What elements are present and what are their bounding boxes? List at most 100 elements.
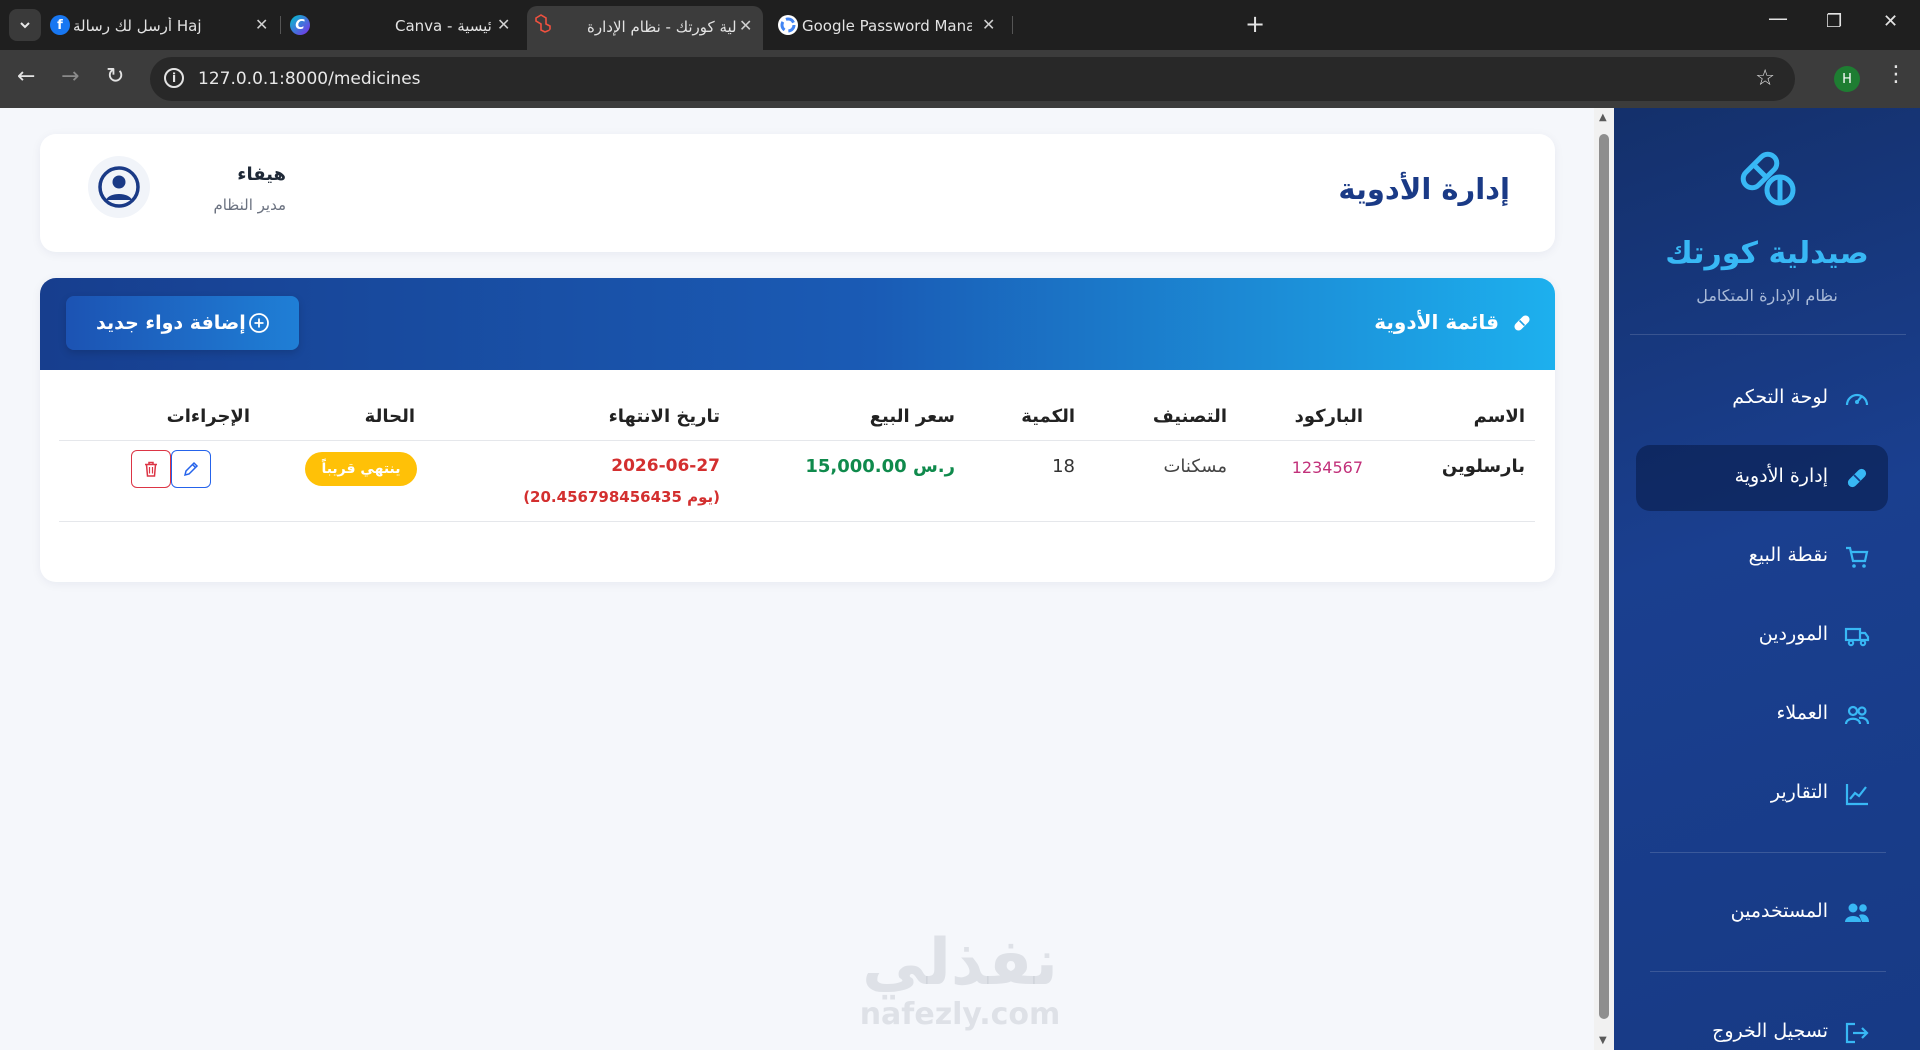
sidebar-item-users[interactable]: المستخدمين [1636, 880, 1888, 946]
minimize-icon[interactable]: — [1768, 6, 1788, 30]
bookmark-star-icon[interactable]: ☆ [1755, 66, 1775, 91]
column-header-expiry: تاريخ الانتهاء [608, 406, 720, 427]
page-viewport: إدارة الأدوية هيفاء مدير النظام قائمة ال… [0, 108, 1920, 1050]
medicine-quantity: 18 [1052, 456, 1075, 477]
browser-menu-icon[interactable]: ⋮ [1885, 62, 1907, 87]
browser-tab-facebook[interactable]: f أرسل لك رسالة Haj ✕ [46, 6, 282, 44]
chevron-down-icon [20, 22, 30, 29]
sidebar-item-label: التقارير [1770, 781, 1828, 803]
cart-icon [1846, 546, 1869, 568]
forward-arrow-icon[interactable]: → [61, 64, 79, 89]
column-header-category: التصنيف [1152, 406, 1227, 427]
facebook-icon: f [50, 15, 70, 35]
sidebar-item-label: الموردين [1758, 623, 1828, 645]
restore-icon[interactable]: ❐ [1826, 11, 1842, 32]
pill-icon [1514, 315, 1530, 331]
medicine-price: 15,000.00 ر.س [805, 456, 955, 477]
medicines-list-card: قائمة الأدوية إضافة دواء جديد الاسم البا… [40, 278, 1555, 582]
tab-title: Canva - الرئيسية [395, 17, 491, 35]
brand-name: صيدلية كورتك [1665, 236, 1869, 271]
dashboard-gauge-icon [1845, 393, 1869, 406]
google-icon [778, 15, 798, 35]
column-header-name: الاسم [1473, 406, 1525, 427]
sidebar-item-label: تسجيل الخروج [1712, 1020, 1828, 1042]
close-icon[interactable]: ✕ [255, 15, 268, 34]
plus-circle-icon [249, 313, 269, 333]
column-header-actions: الإجراءات [166, 406, 250, 427]
browser-tab-bar: f أرسل لك رسالة Haj ✕ C Canva - الرئيسية… [0, 0, 1920, 50]
browser-tab-canva[interactable]: C Canva - الرئيسية ✕ [285, 6, 523, 44]
column-header-barcode: الباركود [1294, 406, 1363, 427]
sidebar-item-dashboard[interactable]: لوحة التحكم [1636, 366, 1888, 432]
page-scrollbar[interactable]: ▲ ▼ [1594, 108, 1614, 1050]
new-tab-plus-icon[interactable]: + [1245, 10, 1265, 38]
page-header: إدارة الأدوية هيفاء مدير النظام [40, 134, 1555, 252]
scrollbar-thumb[interactable] [1599, 134, 1609, 1019]
url-text[interactable]: 127.0.0.1:8000/medicines [198, 69, 421, 89]
tab-separator [280, 16, 281, 34]
chart-line-icon [1845, 784, 1868, 806]
pill-icon [1847, 468, 1867, 488]
sidebar-item-logout[interactable]: تسجيل الخروج [1636, 1000, 1888, 1050]
table-row-divider [59, 521, 1535, 522]
sidebar: صيدلية كورتك نظام الإدارة المتكامل لوحة … [1614, 108, 1920, 1050]
user-name: هيفاء [237, 164, 286, 185]
medicine-category: مسكنات [1163, 456, 1227, 477]
medicine-days-remaining: (20.456798456435 يوم) [523, 488, 720, 506]
pills-logo-icon [1740, 151, 1796, 206]
browser-toolbar: ← → ↻ i 127.0.0.1:8000/medicines ☆ H ⋮ [0, 50, 1920, 108]
canva-icon: C [290, 15, 310, 35]
truck-icon [1844, 627, 1870, 647]
sidebar-item-label: لوحة التحكم [1732, 386, 1828, 408]
watermark: نفذلي nafezly.com [850, 928, 1070, 1032]
sidebar-item-label: العملاء [1776, 702, 1829, 724]
scroll-down-arrow-icon[interactable]: ▼ [1599, 1035, 1607, 1046]
site-info-icon[interactable]: i [164, 68, 184, 88]
medicine-barcode: 1234567 [1291, 458, 1363, 477]
sidebar-item-label: المستخدمين [1730, 900, 1828, 922]
customers-icon [1844, 705, 1870, 725]
browser-tab-password-manager[interactable]: Google Password Manager ✕ [766, 6, 1006, 44]
close-window-icon[interactable]: ✕ [1883, 11, 1898, 32]
list-card-header: قائمة الأدوية إضافة دواء جديد [40, 278, 1555, 370]
back-arrow-icon[interactable]: ← [17, 64, 35, 89]
page-title: إدارة الأدوية [1338, 172, 1510, 206]
column-header-status: الحالة [364, 406, 415, 427]
sidebar-item-reports[interactable]: التقارير [1636, 761, 1888, 827]
sidebar-item-suppliers[interactable]: الموردين [1636, 603, 1888, 669]
sidebar-item-label: إدارة الأدوية [1734, 465, 1828, 487]
tab-search-button[interactable] [9, 9, 41, 41]
sidebar-divider [1650, 852, 1886, 853]
add-medicine-button[interactable]: إضافة دواء جديد [66, 296, 299, 350]
sidebar-item-customers[interactable]: العملاء [1636, 682, 1888, 748]
user-role: مدير النظام [213, 196, 286, 214]
medicine-expiry-date: 2026-06-27 [611, 456, 720, 476]
reload-icon[interactable]: ↻ [106, 64, 124, 89]
tab-title: Google Password Manager [802, 17, 972, 35]
laravel-icon [535, 14, 551, 33]
pencil-icon [183, 461, 199, 477]
close-icon[interactable]: ✕ [497, 15, 510, 34]
sidebar-divider [1630, 334, 1906, 335]
watermark-latin: nafezly.com [859, 997, 1061, 1032]
users-icon [1845, 903, 1869, 922]
profile-avatar[interactable]: H [1834, 66, 1860, 92]
close-icon[interactable]: ✕ [739, 16, 752, 35]
sidebar-item-medicines[interactable]: إدارة الأدوية [1636, 445, 1888, 511]
address-bar[interactable]: i 127.0.0.1:8000/medicines ☆ [150, 57, 1795, 101]
avatar[interactable] [88, 156, 150, 218]
list-title: قائمة الأدوية [1374, 310, 1499, 334]
sidebar-item-label: نقطة البيع [1748, 544, 1828, 566]
medicine-name: بارسلوين [1441, 456, 1525, 477]
table-header-divider [59, 440, 1535, 441]
delete-button[interactable] [131, 450, 171, 488]
close-icon[interactable]: ✕ [982, 15, 995, 34]
sidebar-item-pos[interactable]: نقطة البيع [1636, 524, 1888, 590]
browser-tab-pharmacy[interactable]: صيدلية كورتك - نظام الإدارة ✕ [527, 6, 763, 50]
sidebar-divider [1650, 971, 1886, 972]
brand-subtitle: نظام الإدارة المتكامل [1696, 286, 1838, 305]
scroll-up-arrow-icon[interactable]: ▲ [1599, 112, 1607, 123]
user-circle-icon [98, 166, 140, 208]
edit-button[interactable] [171, 450, 211, 488]
logout-icon [1845, 1022, 1869, 1044]
